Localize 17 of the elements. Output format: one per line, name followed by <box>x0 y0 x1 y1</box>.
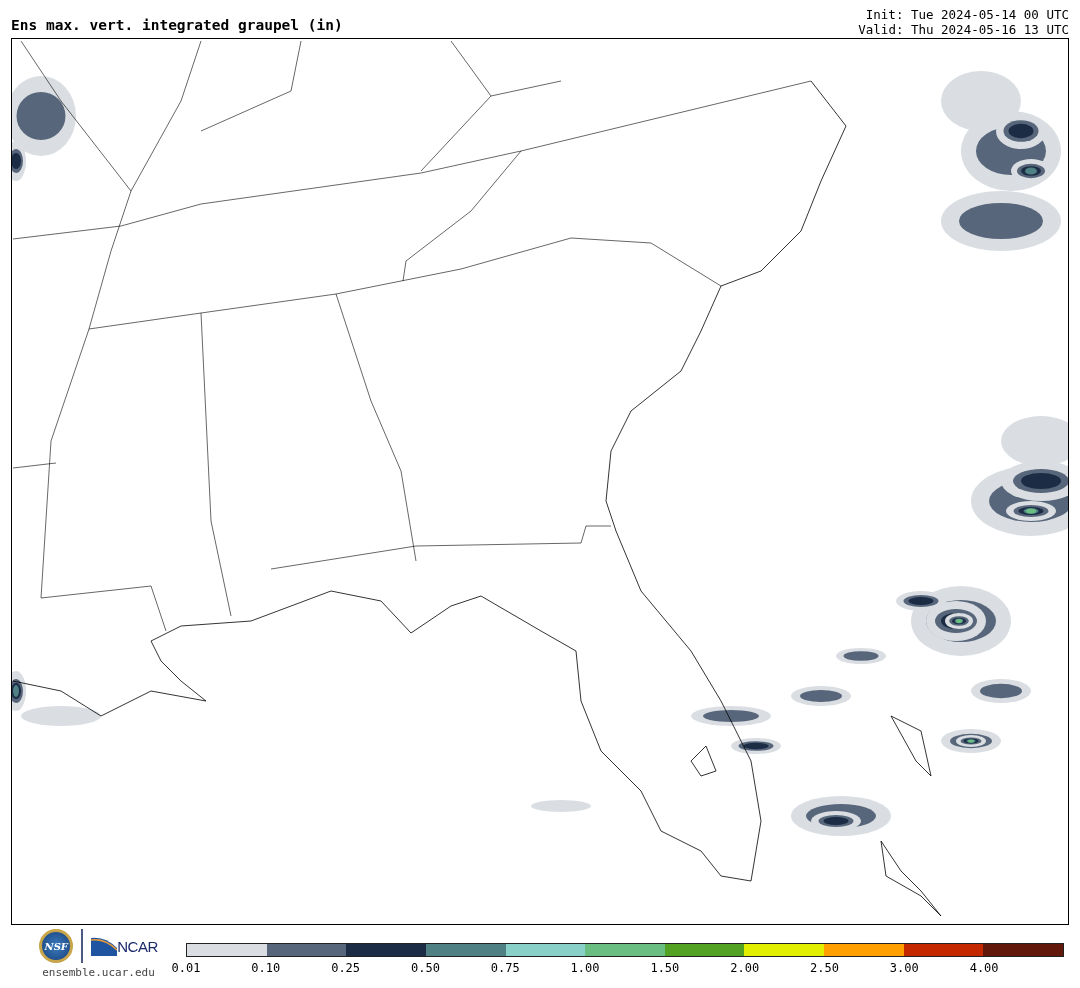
scale-label: 0.01 <box>171 961 201 975</box>
scale-label: 3.00 <box>889 961 919 975</box>
scale-label: 2.00 <box>730 961 760 975</box>
scale-label: 1.00 <box>570 961 600 975</box>
scale-label: 2.50 <box>810 961 839 975</box>
init-time: Init: Tue 2024-05-14 00 UTC <box>865 7 1069 22</box>
ncar-logo: NCAR <box>91 936 158 956</box>
website-url: ensemble.ucar.edu <box>42 966 155 979</box>
scale-label: 0.75 <box>490 961 520 975</box>
map-title: Ens max. vert. integrated graupel (in) <box>11 17 343 35</box>
scale-label: 4.00 <box>969 961 999 975</box>
scale-label: 0.25 <box>331 961 361 975</box>
scale-label: 0.10 <box>251 961 281 975</box>
scale-label: 0.50 <box>411 961 440 975</box>
scale-label: 1.50 <box>650 961 680 975</box>
valid-time: Valid: Thu 2024-05-16 13 UTC <box>858 22 1069 37</box>
nsf-logo: NSF <box>39 929 74 963</box>
